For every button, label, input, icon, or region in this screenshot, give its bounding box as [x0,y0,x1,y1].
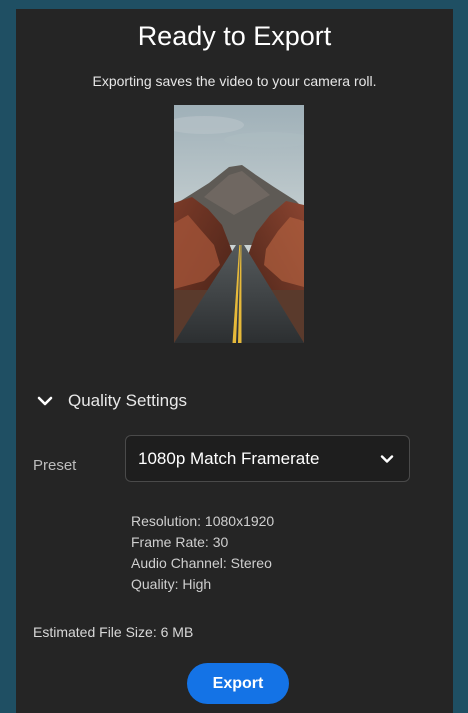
preset-selected-value: 1080p Match Framerate [138,448,320,468]
resolution-text: Resolution: 1080x1920 [131,513,275,529]
frame-rate-text: Frame Rate: 30 [131,534,229,550]
export-panel: Ready to Export Exporting saves the vide… [16,9,453,713]
estimated-file-size: Estimated File Size: 6 MB [33,624,194,640]
chevron-down-icon [37,396,53,406]
quality-settings-label: Quality Settings [68,391,188,410]
export-button[interactable]: Export [187,663,289,704]
quality-settings-toggle[interactable]: Quality Settings [36,391,187,411]
quality-text: Quality: High [131,576,212,592]
audio-channel-text: Audio Channel: Stereo [131,555,272,571]
page-title: Ready to Export [137,21,332,51]
video-thumbnail [174,105,304,343]
preset-label: Preset [33,457,77,474]
preset-dropdown[interactable]: 1080p Match Framerate [125,435,410,482]
page-subtitle: Exporting saves the video to your camera… [92,73,377,89]
export-details: Resolution: 1080x1920 Frame Rate: 30 Aud… [131,511,274,595]
chevron-down-icon [380,454,394,463]
